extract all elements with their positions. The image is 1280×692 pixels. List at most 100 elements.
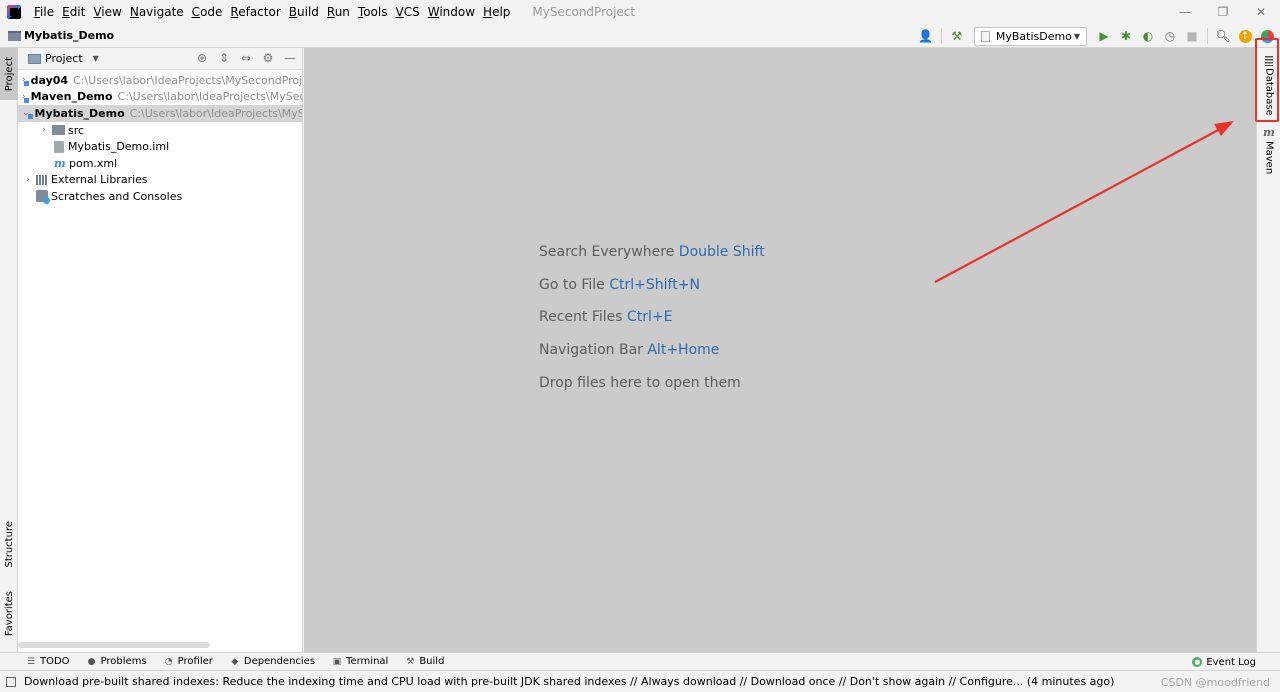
tree-node-label: Maven_Demo (30, 90, 113, 104)
tree-node-pom-xml[interactable]: m pom.xml (18, 155, 302, 172)
editor-empty-area[interactable]: Search Everywhere Double Shift Go to Fil… (304, 48, 1256, 652)
menu-refactor[interactable]: Refactor (226, 0, 284, 24)
window-project-title: MySecondProject (532, 5, 636, 19)
list-icon: ☰ (26, 656, 36, 667)
restore-button[interactable]: ❐ (1204, 0, 1242, 24)
hint-shortcut: Ctrl+Shift+N (609, 276, 700, 293)
tree-node-label: Scratches and Consoles (51, 189, 183, 203)
menu-build[interactable]: Build (285, 0, 323, 24)
menu-tools[interactable]: Tools (354, 0, 392, 24)
chevron-down-icon[interactable]: ▼ (93, 54, 99, 63)
tree-node-label: Mybatis_Demo.iml (68, 140, 170, 154)
status-bar: Download pre-built shared indexes: Reduc… (0, 670, 1280, 692)
hint-text: Drop files here to open them (539, 374, 741, 391)
menu-code[interactable]: Code (188, 0, 227, 24)
tree-node-external-libraries[interactable]: › External Libraries (18, 172, 302, 189)
chevron-right-icon[interactable]: › (22, 175, 34, 185)
scratches-icon (36, 190, 50, 205)
menu-file[interactable]: File (30, 0, 58, 24)
hint-shortcut: Alt+Home (647, 342, 720, 359)
chevron-right-icon[interactable]: › (38, 125, 50, 135)
build-tool-tab[interactable]: ⚒ Build (405, 656, 444, 667)
debug-icon[interactable]: ✱ (1117, 27, 1135, 45)
tree-node-path: C:\Users\labor\IdeaProjects\MySecondProj… (73, 73, 302, 87)
project-tool-tab[interactable]: Project (0, 48, 18, 100)
title-bar: File Edit View Navigate Code Refactor Bu… (0, 0, 1280, 24)
hint-shortcut: Ctrl+E (627, 309, 673, 326)
tree-node-day04[interactable]: › day04 C:\Users\labor\IdeaProjects\MySe… (18, 72, 302, 89)
hint-shortcut: Double Shift (678, 244, 765, 260)
menu-run[interactable]: Run (323, 0, 354, 24)
expand-all-icon[interactable]: ⇕ (216, 50, 232, 66)
hint-go-to-file: Go to File Ctrl+Shift+N (539, 273, 765, 306)
run-config-icon (980, 30, 990, 42)
event-log-tool-tab[interactable]: ● Event Log (1192, 653, 1256, 671)
folder-icon (52, 125, 65, 136)
tree-node-mybatis-demo[interactable]: ⌄ Mybatis_Demo C:\Users\labor\IdeaProjec… (18, 105, 302, 122)
collapse-all-icon[interactable]: ⇔ (238, 50, 254, 66)
tree-node-label: External Libraries (51, 173, 148, 187)
maven-icon: m (1263, 126, 1275, 139)
run-configuration-label: MyBatisDemo (995, 29, 1072, 43)
menu-view[interactable]: View (89, 0, 125, 24)
todo-tool-tab[interactable]: ☰ TODO (26, 656, 70, 667)
maven-tab-label: Maven (1263, 141, 1275, 175)
main-menu: File Edit View Navigate Code Refactor Bu… (30, 0, 514, 24)
search-icon[interactable]: 🔍︎ (1214, 27, 1232, 45)
menu-help[interactable]: Help (479, 0, 514, 24)
maven-file-icon: m (54, 156, 66, 170)
hide-icon[interactable]: — (282, 50, 298, 66)
module-folder-icon (8, 30, 21, 41)
problems-tool-tab[interactable]: ● Problems (87, 656, 147, 667)
tool-tab-label: Build (419, 656, 445, 667)
horizontal-scrollbar[interactable] (18, 642, 210, 648)
maven-tool-tab[interactable]: m Maven (1257, 126, 1280, 174)
locate-file-icon[interactable]: ⊕ (194, 50, 210, 66)
favorites-tool-tab[interactable]: Favorites (0, 584, 18, 644)
hint-navigation-bar: Navigation Bar Alt+Home (539, 338, 765, 371)
profiler-tool-tab[interactable]: ◔ Profiler (164, 656, 213, 667)
tree-node-iml-file[interactable]: Mybatis_Demo.iml (18, 138, 302, 155)
dependencies-icon: ◆ (231, 656, 239, 667)
main-toolbar: 👤 ⚒ MyBatisDemo ▼ ▶ ✱ ◐ ◷ ■ 🔍︎ ↑ (917, 24, 1280, 48)
account-icon[interactable]: 👤 (917, 27, 935, 45)
structure-tab-label: Structure (3, 520, 15, 568)
tree-node-label: day04 (30, 73, 69, 87)
hint-drop-files: Drop files here to open them (539, 371, 765, 404)
left-tool-stripe: Project Structure Favorites (0, 48, 18, 652)
event-log-icon: ● (1192, 657, 1203, 667)
menu-window[interactable]: Window (424, 0, 479, 24)
project-tab-label: Project (3, 56, 15, 92)
library-icon (36, 174, 48, 185)
tree-node-maven-demo[interactable]: › Maven_Demo C:\Users\labor\IdeaProjects… (18, 89, 302, 106)
minimize-button[interactable]: — (1166, 0, 1204, 24)
project-view-select[interactable]: Project (45, 52, 83, 65)
dependencies-tool-tab[interactable]: ◆ Dependencies (230, 656, 315, 667)
build-hammer-icon[interactable]: ⚒ (948, 27, 966, 45)
annotation-highlight-box (1255, 38, 1279, 122)
structure-tool-tab[interactable]: Structure (0, 514, 18, 574)
tree-node-src[interactable]: › src (18, 122, 302, 139)
profile-icon[interactable]: ◷ (1161, 27, 1179, 45)
breadcrumb[interactable]: Mybatis_Demo (24, 29, 114, 42)
status-message[interactable]: Download pre-built shared indexes: Reduc… (24, 675, 1114, 688)
hint-text: Recent Files (539, 309, 623, 326)
close-button[interactable]: ✕ (1242, 0, 1280, 24)
run-configuration-select[interactable]: MyBatisDemo ▼ (973, 26, 1087, 46)
intellij-logo-icon[interactable] (7, 5, 21, 19)
gear-icon[interactable]: ⚙ (260, 50, 276, 66)
tree-node-scratches[interactable]: Scratches and Consoles (18, 188, 302, 205)
stop-icon[interactable]: ■ (1183, 27, 1201, 45)
toggle-tool-windows-icon[interactable] (6, 676, 16, 687)
menu-navigate[interactable]: Navigate (126, 0, 188, 24)
menu-edit[interactable]: Edit (58, 0, 89, 24)
editor-hints: Search Everywhere Double Shift Go to Fil… (539, 240, 765, 403)
run-icon[interactable]: ▶ (1095, 27, 1113, 45)
menu-vcs[interactable]: VCS (392, 0, 424, 24)
hint-text: Search Everywhere (539, 244, 675, 260)
update-icon[interactable]: ↑ (1236, 27, 1254, 45)
hint-text: Go to File (539, 276, 605, 293)
coverage-icon[interactable]: ◐ (1139, 27, 1157, 45)
profiler-icon: ◔ (164, 656, 173, 667)
terminal-tool-tab[interactable]: ▣ Terminal (332, 656, 389, 667)
